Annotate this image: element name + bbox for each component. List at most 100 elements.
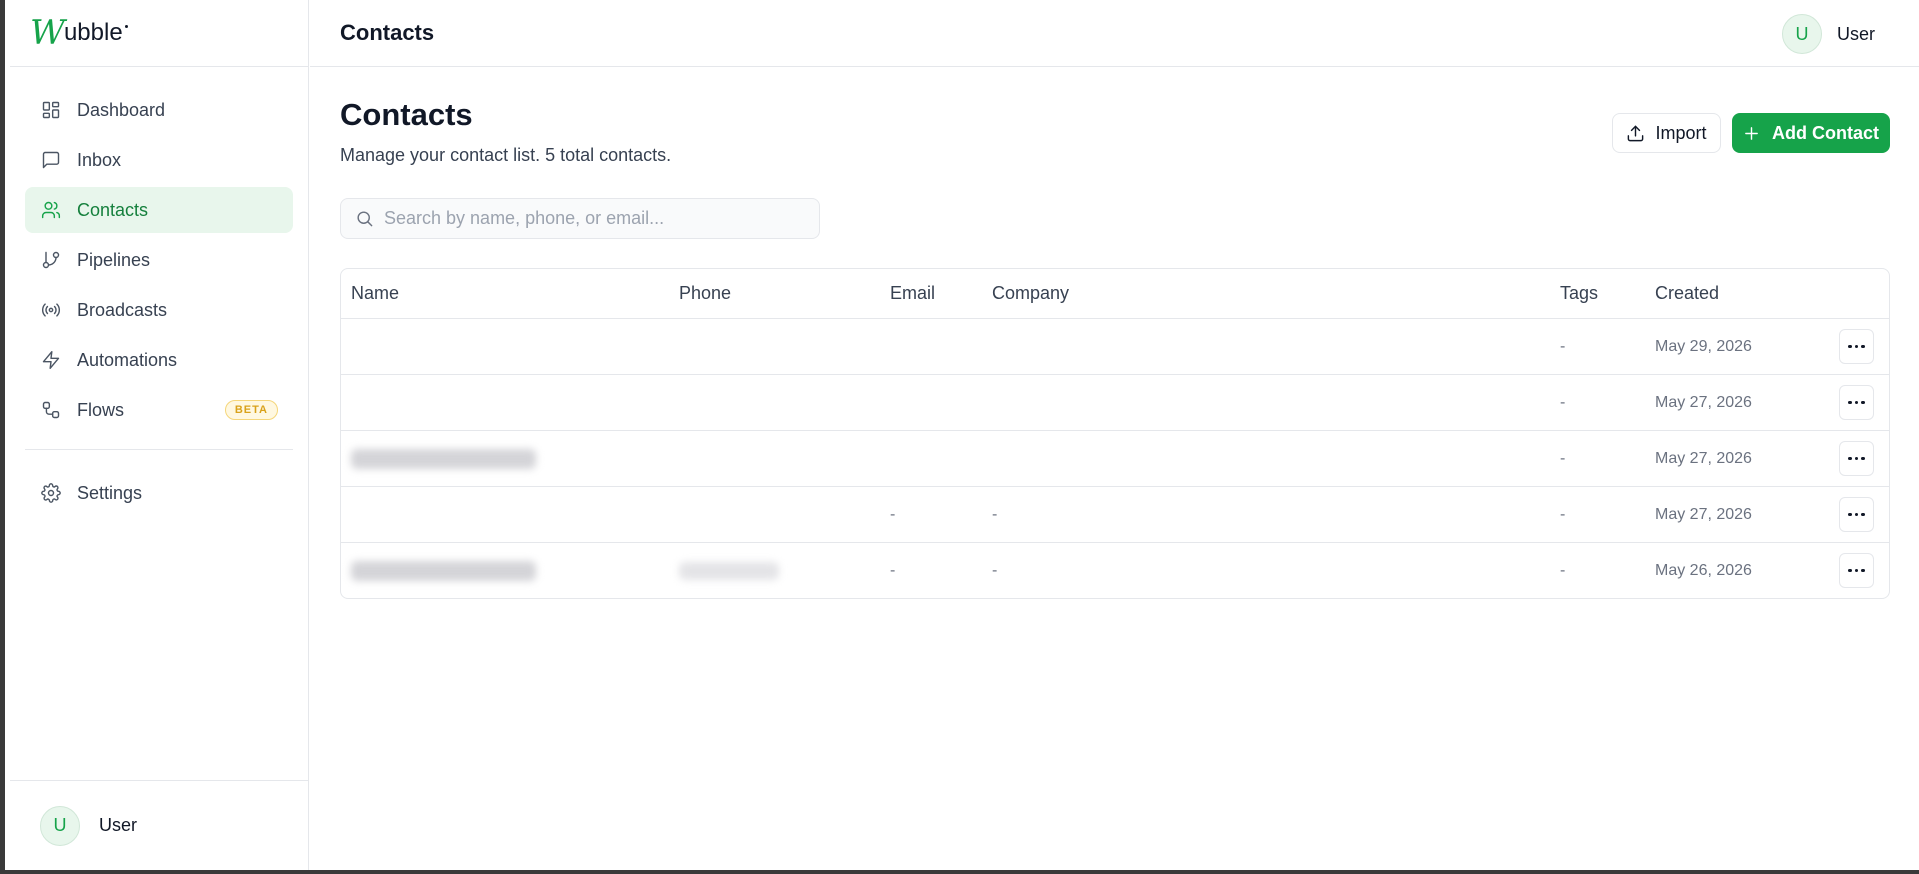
redacted-name xyxy=(351,560,536,581)
row-actions-button[interactable] xyxy=(1839,553,1874,588)
email-cell: - xyxy=(890,505,896,523)
more-icon xyxy=(1848,456,1852,461)
table-row[interactable]: - - - May 27, 2026 xyxy=(341,486,1889,542)
top-header: Contacts U User xyxy=(310,0,1919,67)
more-icon xyxy=(1861,456,1865,461)
sidebar-item-broadcasts[interactable]: Broadcasts xyxy=(25,287,293,333)
tags-cell: - xyxy=(1560,505,1566,523)
add-contact-button[interactable]: Add Contact xyxy=(1732,113,1890,153)
message-square-icon xyxy=(42,151,60,169)
sidebar-user[interactable]: U User xyxy=(10,780,308,870)
logo[interactable]: W ubble xyxy=(10,0,308,67)
name-cell-redacted xyxy=(351,543,536,598)
sidebar-item-automations[interactable]: Automations xyxy=(25,337,293,383)
zap-icon xyxy=(42,350,60,370)
email-cell: - xyxy=(890,561,896,579)
user-name: User xyxy=(1836,23,1875,44)
table-row[interactable]: - May 27, 2026 xyxy=(341,430,1889,486)
sidebar-nav: Dashboard Inbox Contacts Pipelines Broad… xyxy=(10,67,308,516)
sidebar-item-label: Dashboard xyxy=(77,99,166,120)
user-name: User xyxy=(99,815,138,835)
more-icon xyxy=(1861,400,1865,405)
workflow-icon xyxy=(42,401,60,419)
header-user-menu[interactable]: U User xyxy=(1781,14,1875,54)
row-actions-button[interactable] xyxy=(1839,497,1874,532)
app-window: W ubble Dashboard Inbox Contacts Pipelin… xyxy=(0,0,1919,874)
sidebar-item-label: Contacts xyxy=(77,199,149,220)
more-icon xyxy=(1854,568,1859,573)
import-label: Import xyxy=(1655,122,1707,143)
add-contact-label: Add Contact xyxy=(1772,122,1879,143)
created-cell: May 26, 2026 xyxy=(1655,561,1752,579)
radio-icon xyxy=(41,303,61,317)
sidebar-item-label: Flows xyxy=(77,399,125,420)
created-cell: May 27, 2026 xyxy=(1655,449,1752,467)
sidebar-item-label: Automations xyxy=(77,349,178,370)
created-cell: May 27, 2026 xyxy=(1655,505,1752,523)
company-cell: - xyxy=(992,561,998,579)
avatar: U xyxy=(1781,14,1822,54)
sidebar-item-label: Settings xyxy=(77,482,143,503)
import-button[interactable]: Import xyxy=(1612,113,1721,153)
page-subtitle: Manage your contact list. 5 total contac… xyxy=(340,145,672,165)
beta-badge: BETA xyxy=(224,400,278,420)
phone-cell-redacted xyxy=(679,543,779,598)
sidebar-item-inbox[interactable]: Inbox xyxy=(25,137,293,183)
more-icon xyxy=(1848,568,1852,573)
contacts-table: Name Phone Email Company Tags Created - … xyxy=(340,268,1890,599)
sidebar-item-flows[interactable]: Flows BETA xyxy=(25,387,293,433)
tags-cell: - xyxy=(1560,337,1566,355)
more-icon xyxy=(1848,344,1852,349)
more-icon xyxy=(1854,456,1859,461)
table-row[interactable]: - May 29, 2026 xyxy=(341,318,1889,374)
users-icon xyxy=(41,201,61,219)
logo-text: ubble xyxy=(63,19,123,46)
logo-dot xyxy=(124,24,128,28)
sidebar-item-settings[interactable]: Settings xyxy=(25,470,293,516)
sidebar: W ubble Dashboard Inbox Contacts Pipelin… xyxy=(10,0,309,870)
sidebar-item-dashboard[interactable]: Dashboard xyxy=(25,87,293,133)
plus-icon xyxy=(1745,126,1758,140)
header-title: Contacts xyxy=(340,20,435,45)
column-header-name[interactable]: Name xyxy=(351,269,399,318)
redacted-phone xyxy=(679,561,779,580)
column-header-email[interactable]: Email xyxy=(890,269,935,318)
more-icon xyxy=(1848,400,1852,405)
search-input[interactable] xyxy=(384,208,804,229)
more-icon xyxy=(1854,344,1859,349)
column-header-created[interactable]: Created xyxy=(1655,269,1719,318)
search-box xyxy=(340,198,820,239)
git-branch-icon xyxy=(42,251,60,269)
row-actions-button[interactable] xyxy=(1839,329,1874,364)
table-row[interactable]: - May 27, 2026 xyxy=(341,374,1889,430)
row-actions-button[interactable] xyxy=(1839,441,1874,476)
sidebar-item-contacts[interactable]: Contacts xyxy=(25,187,293,233)
more-icon xyxy=(1861,512,1865,517)
sidebar-item-pipelines[interactable]: Pipelines xyxy=(25,237,293,283)
company-cell: - xyxy=(992,505,998,523)
row-actions-button[interactable] xyxy=(1839,385,1874,420)
sidebar-item-label: Pipelines xyxy=(77,249,151,270)
upload-icon xyxy=(1628,125,1644,141)
column-header-phone[interactable]: Phone xyxy=(679,269,731,318)
search-icon xyxy=(357,211,373,227)
redacted-name xyxy=(351,448,536,469)
column-header-company[interactable]: Company xyxy=(992,269,1069,318)
column-header-tags[interactable]: Tags xyxy=(1560,269,1598,318)
nav-divider xyxy=(25,449,293,450)
page-title: Contacts xyxy=(340,97,473,132)
logo-mark: W xyxy=(30,13,65,53)
more-icon xyxy=(1848,512,1852,517)
more-icon xyxy=(1861,568,1865,573)
more-icon xyxy=(1854,512,1859,517)
tags-cell: - xyxy=(1560,561,1566,579)
tags-cell: - xyxy=(1560,449,1566,467)
more-icon xyxy=(1854,400,1859,405)
gear-icon xyxy=(41,483,61,503)
more-icon xyxy=(1861,344,1865,349)
table-row[interactable]: - - - May 26, 2026 xyxy=(341,542,1889,598)
table-header: Name Phone Email Company Tags Created xyxy=(341,269,1889,318)
name-cell-redacted xyxy=(351,431,536,486)
avatar: U xyxy=(40,805,80,846)
sidebar-item-label: Inbox xyxy=(77,149,122,170)
